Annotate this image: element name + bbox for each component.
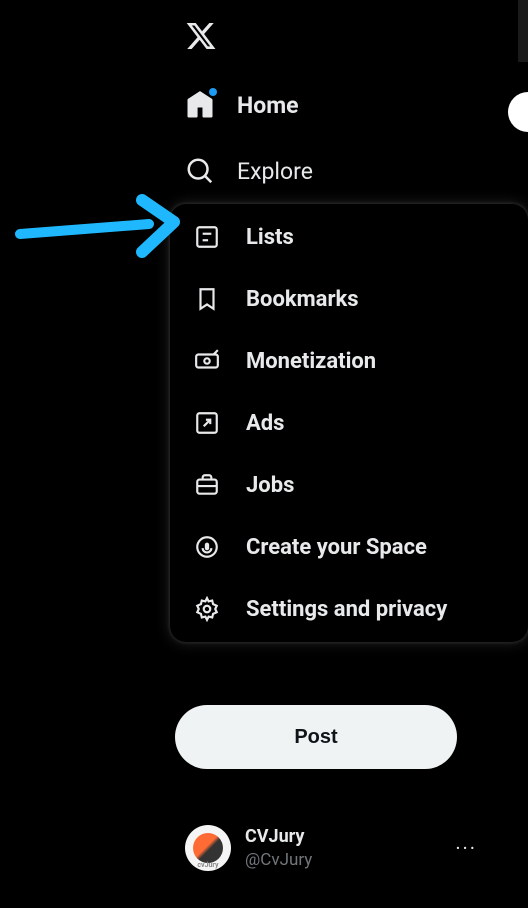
profile-name: CVJury (245, 825, 441, 848)
more-icon: ··· (455, 836, 485, 860)
menu-ads[interactable]: Ads (170, 392, 528, 454)
annotation-arrow (14, 194, 184, 274)
menu-lists-label: Lists (246, 225, 294, 250)
nav-home[interactable]: Home (175, 72, 495, 138)
post-button[interactable]: Post (175, 705, 457, 769)
menu-settings-label: Settings and privacy (246, 597, 447, 622)
ads-icon (194, 410, 220, 436)
menu-ads-label: Ads (246, 411, 284, 436)
profile-switcher[interactable]: cvJury CVJury @CvJury ··· (175, 815, 495, 881)
bookmark-icon (194, 286, 220, 312)
nav-explore[interactable]: Explore (175, 138, 495, 204)
nav-explore-label: Explore (237, 158, 313, 185)
nav-home-label: Home (237, 92, 299, 119)
menu-lists[interactable]: Lists (170, 206, 528, 268)
more-menu-popup: Lists Bookmarks Monetization Ads Jobs Cr… (170, 204, 528, 642)
window-edge (518, 0, 528, 62)
partial-avatar (508, 92, 528, 132)
briefcase-icon (194, 472, 220, 498)
notification-dot (209, 88, 217, 96)
menu-monetization[interactable]: Monetization (170, 330, 528, 392)
avatar: cvJury (185, 825, 231, 871)
menu-create-space-label: Create your Space (246, 535, 427, 560)
sidebar: Home Explore (175, 10, 495, 204)
avatar-brand-text: cvJury (197, 861, 218, 869)
search-icon (185, 156, 215, 186)
x-logo[interactable] (175, 10, 495, 72)
menu-create-space[interactable]: Create your Space (170, 516, 528, 578)
microphone-icon (194, 534, 220, 560)
menu-monetization-label: Monetization (246, 349, 376, 374)
monetization-icon (194, 348, 220, 374)
lists-icon (194, 224, 220, 250)
gear-icon (194, 596, 220, 622)
menu-bookmarks[interactable]: Bookmarks (170, 268, 528, 330)
menu-jobs-label: Jobs (246, 473, 294, 498)
menu-settings[interactable]: Settings and privacy (170, 578, 528, 640)
menu-bookmarks-label: Bookmarks (246, 287, 359, 312)
profile-handle: @CvJury (245, 849, 441, 871)
profile-text: CVJury @CvJury (245, 825, 441, 870)
home-icon (185, 90, 215, 120)
menu-jobs[interactable]: Jobs (170, 454, 528, 516)
